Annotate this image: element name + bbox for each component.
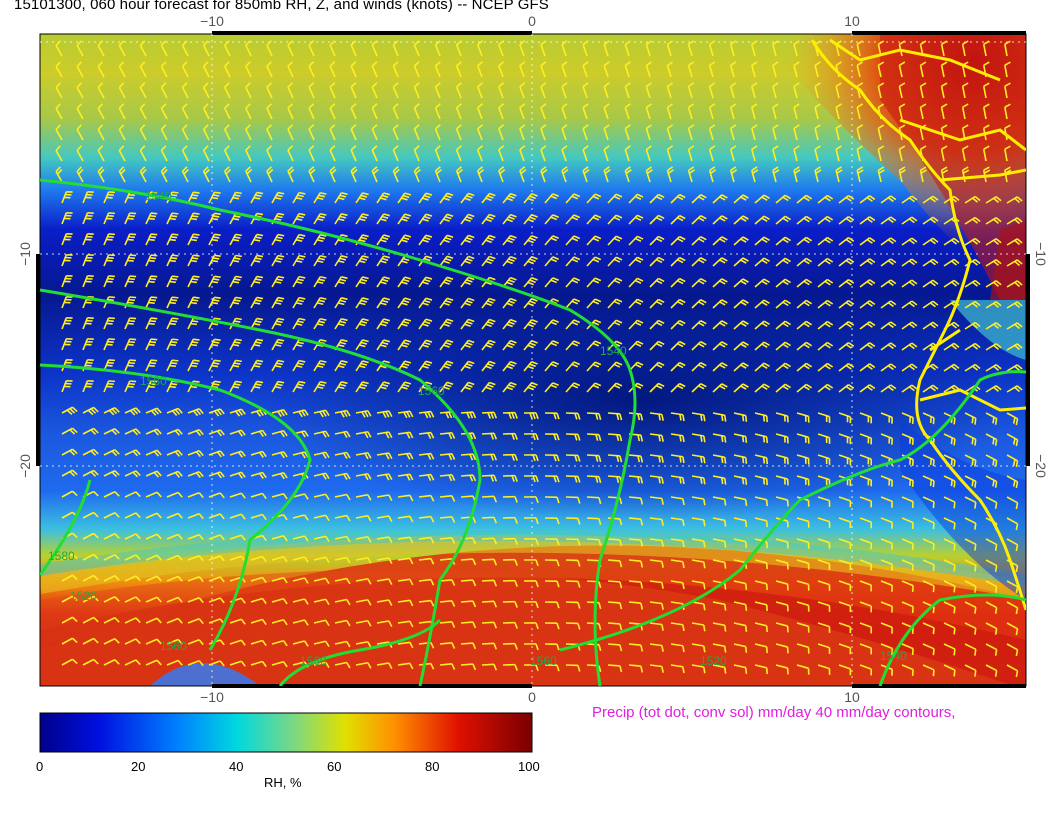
colorbar-tick: 20 <box>131 759 146 774</box>
bottom-tick-label: 10 <box>844 689 860 705</box>
right-tick-label: −10 <box>1033 242 1049 266</box>
left-tick-label: −10 <box>17 242 33 266</box>
contour-label: 1540 <box>880 649 907 663</box>
contour-label: 1540 <box>145 189 172 203</box>
bottom-tick-label: −10 <box>200 689 224 705</box>
left-tick-label: −20 <box>17 454 33 478</box>
contour-label: 1560 <box>160 639 187 653</box>
contour-label: 1560 <box>418 384 445 398</box>
right-tick-label: −20 <box>1033 454 1049 478</box>
contour-label: 1560 <box>300 654 327 668</box>
colorbar-tick: 100 <box>518 759 540 774</box>
contour-label: 1580 <box>140 374 167 388</box>
contour-label: 1520 <box>700 654 727 668</box>
contour-label: 1540 <box>600 344 627 358</box>
contour-label: 1560 <box>530 654 557 668</box>
top-tick-label: 0 <box>528 13 536 29</box>
top-tick-label: −10 <box>200 13 224 29</box>
contour-label: 1520 <box>70 589 97 603</box>
colorbar-tick: 0 <box>36 759 44 774</box>
colorbar-tick: 80 <box>425 759 440 774</box>
colorbar-tick: 40 <box>229 759 244 774</box>
forecast-map: 1540 1560 1580 1560 1540 1580 1560 1520 … <box>17 13 1049 753</box>
top-tick-label: 10 <box>844 13 860 29</box>
colorbar-title: RH, % <box>264 775 302 790</box>
colorbar <box>39 712 533 753</box>
precip-label: Precip (tot dot, conv sol) mm/day 40 mm/… <box>592 704 956 721</box>
colorbar-tick: 60 <box>327 759 342 774</box>
contour-label: 1580 <box>48 549 75 563</box>
bottom-tick-label: 0 <box>528 689 536 705</box>
